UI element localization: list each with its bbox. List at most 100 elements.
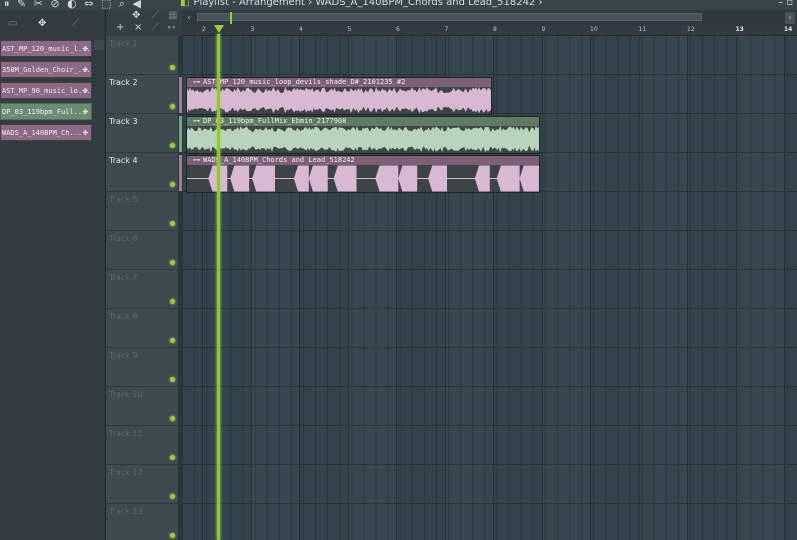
picker-toolbar: ▭ ✥ ⟋ xyxy=(0,10,105,40)
clip-track-marker xyxy=(179,116,182,152)
track-mute-led[interactable] xyxy=(170,494,175,499)
track-mute-led[interactable] xyxy=(170,143,175,148)
title-bar: ⏸ ✎ ✂ ⊘ ◐ ⇔ ⬚ ⌕ ◀ ◧ Playlist - Arrangemen… xyxy=(0,0,797,10)
move-handle-icon[interactable]: ✥ xyxy=(83,83,88,98)
mute-all-icon[interactable]: ▸◂ xyxy=(168,23,175,31)
scroll-left-icon[interactable]: ‹ xyxy=(184,12,194,24)
track-name: Track 2 xyxy=(109,78,138,87)
waveform-svg xyxy=(187,165,539,192)
track-header[interactable]: Track 13 xyxy=(106,504,178,540)
overview-position[interactable] xyxy=(230,12,232,24)
track-header[interactable]: Track 10 xyxy=(106,387,178,426)
track-mute-led[interactable] xyxy=(170,455,175,460)
track-header[interactable]: Track 6 xyxy=(106,231,178,270)
picker-view-icon[interactable]: ▭ xyxy=(8,18,17,29)
track-mute-led[interactable] xyxy=(170,338,175,343)
track-mute-led[interactable] xyxy=(170,221,175,226)
timeline-ruler[interactable]: 2 3 4 5 6 7 8 9 10 11 12 13 14 xyxy=(182,25,797,36)
clip-label: WADS_A_140BPM_Chords and Lead_518242 xyxy=(203,156,355,164)
picker-clip-item[interactable]: AST_MP_120_music_l... ✥ xyxy=(0,40,92,57)
picker-clip-item[interactable]: AST_MP_90_music_lo... ✥ xyxy=(0,82,92,99)
clip-menu-icon[interactable]: ⊶ xyxy=(193,117,200,125)
picker-link-icon[interactable]: ⟋ xyxy=(72,18,79,29)
picker-clip-item[interactable]: WADS_A_140BPM_Ch... ✥ xyxy=(0,124,92,141)
clip-waveform xyxy=(187,165,539,192)
lock-icon[interactable]: ⟋ xyxy=(152,22,159,33)
ruler-tick-label: 14 xyxy=(784,26,793,33)
window-controls[interactable]: – ▫ xyxy=(778,0,793,8)
clip-menu-icon[interactable]: ⊶ xyxy=(193,78,200,86)
picker-move-icon[interactable]: ✥ xyxy=(38,18,46,29)
move-handle-icon[interactable]: ✥ xyxy=(83,104,88,119)
clip-title-bar[interactable]: ⊶ DP_03_119bpm_FullMix_Ebmin_2177908 xyxy=(187,117,539,126)
track-header[interactable]: Track 9 xyxy=(106,348,178,387)
ruler-tick-label: 9 xyxy=(541,26,546,33)
bar-line xyxy=(590,36,591,540)
picker-scroll-button[interactable] xyxy=(94,40,104,50)
clip-track-marker xyxy=(179,77,182,113)
move-handle-icon[interactable]: ✥ xyxy=(83,125,88,140)
move-tool-icon[interactable]: ✥ xyxy=(132,10,140,21)
grid-toggle-icon[interactable]: ▦ xyxy=(168,10,177,21)
track-name: Track 12 xyxy=(109,468,143,477)
clip-waveform xyxy=(187,126,539,153)
overview-scroller[interactable]: ‹ › xyxy=(182,10,797,26)
toolbar-icons[interactable]: ⏸ ✎ ✂ ⊘ ◐ ⇔ ⬚ ⌕ ◀ xyxy=(4,0,143,10)
clip-menu-icon[interactable]: ⊶ xyxy=(193,156,200,164)
track-mute-led[interactable] xyxy=(170,260,175,265)
track-header[interactable]: Track 5 xyxy=(106,192,178,231)
picker-clip-item[interactable]: 358M_Golden_Choir_... ✥ xyxy=(0,61,92,78)
audio-clip[interactable]: ⊶ WADS_A_140BPM_Chords and Lead_518242 xyxy=(186,155,540,193)
track-mute-led[interactable] xyxy=(170,104,175,109)
track-header[interactable]: Track 2 xyxy=(106,75,178,114)
track-header[interactable]: Track 8 xyxy=(106,309,178,348)
picker-clip-label: WADS_A_140BPM_Ch... xyxy=(2,129,83,137)
bar-line xyxy=(493,36,494,540)
track-name: Track 8 xyxy=(109,312,138,321)
overview-strip[interactable] xyxy=(197,13,702,21)
ruler-tick-label: 6 xyxy=(396,26,400,33)
picker-clip-label: DP_03_119bpm_Full... xyxy=(2,108,87,116)
track-header[interactable]: Track 11 xyxy=(106,426,178,465)
add-track-icon[interactable]: + xyxy=(116,22,124,33)
playlist-grid[interactable]: ⊶ AST_MP_120_music_loop_devils_shade_D#_2… xyxy=(182,36,797,540)
move-handle-icon[interactable]: ✥ xyxy=(83,41,88,56)
track-header[interactable]: Track 12 xyxy=(106,465,178,504)
move-handle-icon[interactable]: ✥ xyxy=(83,62,88,77)
track-mute-led[interactable] xyxy=(170,182,175,187)
track-mute-led[interactable] xyxy=(170,299,175,304)
track-mute-led[interactable] xyxy=(170,416,175,421)
track-mute-led[interactable] xyxy=(170,65,175,70)
bar-line xyxy=(687,36,688,540)
clip-title-bar[interactable]: ⊶ AST_MP_120_music_loop_devils_shade_D#_2… xyxy=(187,78,491,87)
ruler-tick-label: 7 xyxy=(444,26,449,33)
playhead-marker-icon[interactable] xyxy=(214,25,224,33)
picker-clip-item[interactable]: DP_03_119bpm_Full... ✥ xyxy=(0,103,92,120)
clip-label: AST_MP_120_music_loop_devils_shade_D#_21… xyxy=(203,78,406,86)
track-header[interactable]: Track 4 xyxy=(106,153,178,192)
waveform-svg xyxy=(187,87,491,114)
slide-tool-icon[interactable]: ⟋ xyxy=(152,10,159,21)
audio-clip[interactable]: ⊶ AST_MP_120_music_loop_devils_shade_D#_2… xyxy=(186,77,492,115)
scroll-right-icon[interactable]: › xyxy=(785,12,795,24)
track-mute-led[interactable] xyxy=(170,377,175,382)
delete-track-icon[interactable]: × xyxy=(134,22,142,33)
track-header-toolbar: ✥ ⟋ ▦ + × ⟋ ▸◂ xyxy=(106,10,182,36)
picker-clip-label: 358M_Golden_Choir_... xyxy=(2,66,91,74)
track-name: Track 9 xyxy=(109,351,138,360)
track-mute-led[interactable] xyxy=(170,533,175,538)
track-header[interactable]: Track 1 xyxy=(106,36,178,75)
bar-line xyxy=(784,36,785,540)
track-header[interactable]: Track 3 xyxy=(106,114,178,153)
track-header[interactable]: Track 7 xyxy=(106,270,178,309)
bar-shade xyxy=(736,36,785,540)
track-name: Track 5 xyxy=(109,195,138,204)
playhead[interactable] xyxy=(217,34,220,540)
waveform-svg xyxy=(187,126,539,153)
audio-clip[interactable]: ⊶ DP_03_119bpm_FullMix_Ebmin_2177908 xyxy=(186,116,540,154)
track-name: Track 7 xyxy=(109,273,138,282)
clip-title-bar[interactable]: ⊶ WADS_A_140BPM_Chords and Lead_518242 xyxy=(187,156,539,165)
playlist-icon: ◧ xyxy=(180,0,190,8)
ruler-tick-label: 2 xyxy=(202,26,206,33)
ruler-tick-label: 11 xyxy=(638,26,647,33)
